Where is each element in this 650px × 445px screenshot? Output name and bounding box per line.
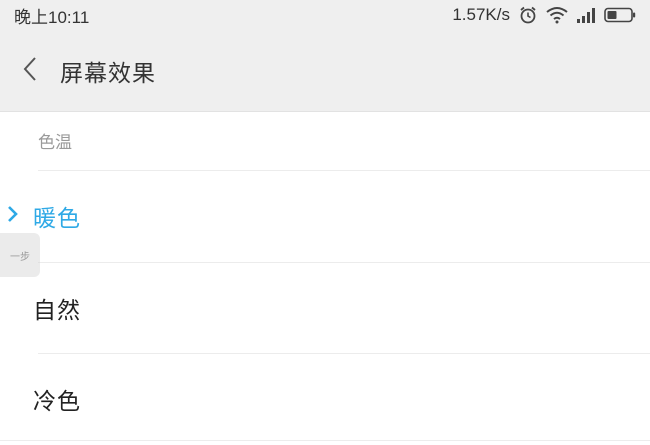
chevron-left-icon (22, 56, 38, 86)
signal-icon (576, 7, 596, 23)
status-icons: 1.57K/s (452, 5, 636, 25)
divider (0, 440, 650, 441)
status-time: 晚上10:11 (14, 7, 90, 27)
option-cool[interactable]: 冷色 (0, 354, 650, 444)
side-tab[interactable]: 一步 (0, 233, 40, 277)
back-button[interactable] (0, 30, 56, 112)
page-title: 屏幕效果 (60, 60, 156, 87)
selected-chevron-icon (7, 205, 19, 227)
wifi-icon (546, 6, 568, 24)
side-tab-label: 一步 (10, 251, 30, 263)
alarm-icon (518, 5, 538, 25)
option-label: 自然 (33, 298, 81, 324)
app-bar: 屏幕效果 (0, 30, 650, 112)
battery-icon (604, 7, 636, 23)
network-speed: 1.57K/s (452, 5, 510, 24)
status-bar: 晚上10:11 1.57K/s (0, 0, 650, 30)
option-natural[interactable]: 自然 (0, 263, 650, 353)
option-warm[interactable]: 暖色 (0, 171, 650, 261)
section-header: 色温 (38, 133, 72, 153)
option-label: 冷色 (33, 389, 81, 415)
option-label: 暖色 (33, 206, 81, 232)
